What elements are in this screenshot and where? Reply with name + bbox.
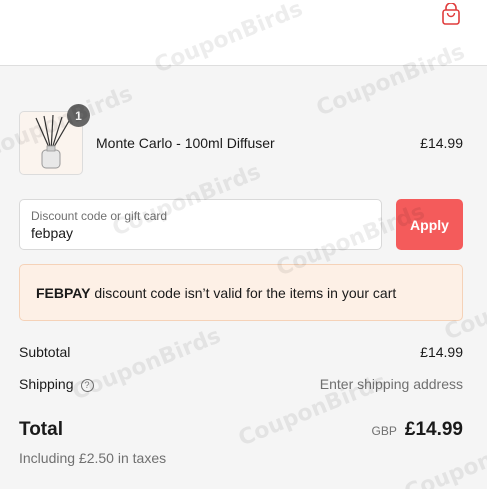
notice-message: discount code isn’t valid for the items … [90, 285, 397, 301]
product-name: Monte Carlo - 100ml Diffuser [96, 135, 275, 151]
discount-input[interactable] [31, 225, 361, 241]
notice-code: FEBPAY [36, 285, 91, 301]
product-price: £14.99 [420, 135, 463, 151]
discount-error-notice: FEBPAY discount code isn’t valid for the… [19, 264, 463, 321]
total-label: Total [19, 419, 63, 440]
discount-field-label: Discount code or gift card [31, 209, 168, 223]
header-bar [0, 0, 487, 66]
shipping-value: Enter shipping address [319, 376, 463, 392]
quantity-badge: 1 [67, 104, 90, 127]
watermark: CouponBirds [69, 323, 225, 406]
subtotal-label: Subtotal [19, 344, 71, 360]
shipping-row: Shipping? [19, 376, 94, 392]
currency-code: GBP [371, 424, 397, 438]
subtotal-value: £14.99 [420, 344, 463, 360]
total-value: £14.99 [404, 419, 463, 440]
shipping-label: Shipping [19, 376, 74, 392]
taxes-note: Including £2.50 in taxes [19, 450, 167, 466]
discount-field[interactable]: Discount code or gift card [19, 199, 382, 250]
shopping-bag-icon[interactable] [442, 3, 460, 25]
apply-button[interactable]: Apply [396, 199, 463, 250]
question-circle-icon[interactable]: ? [80, 378, 94, 392]
total-amount: GBP £14.99 [372, 419, 463, 441]
